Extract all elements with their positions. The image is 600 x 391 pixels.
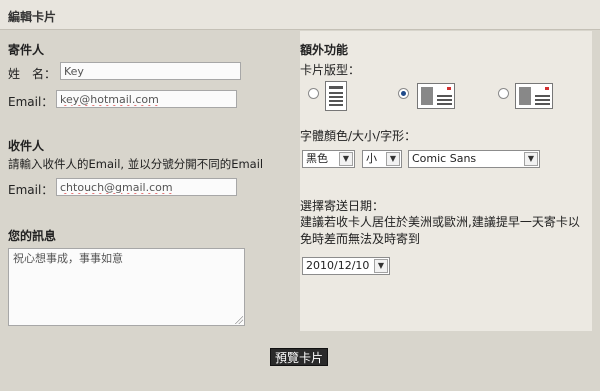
send-date-note: 建議若收卡人居住於美洲或歐洲,建議提早一天寄卡以免時差而無法及時寄到 [300, 215, 580, 246]
font-color-value: 黑色 [306, 152, 328, 165]
card-layout-landscape-alt-icon[interactable] [515, 83, 553, 109]
sender-email-label: Email： [8, 95, 54, 109]
font-color-select[interactable]: 黑色 ▼ [302, 150, 355, 168]
font-size-value: 小 [366, 152, 377, 165]
card-type-radio-2[interactable] [398, 88, 409, 99]
card-layout-portrait-icon[interactable] [325, 81, 347, 111]
chevron-down-icon: ▼ [374, 259, 388, 273]
recipient-email-label: Email： [8, 183, 54, 197]
sender-email-input[interactable] [56, 90, 237, 108]
message-section-title: 您的訊息 [8, 229, 57, 243]
font-size-select[interactable]: 小 ▼ [362, 150, 402, 168]
page-title: 編輯卡片 [8, 10, 57, 24]
sender-name-label: 姓 名： [8, 67, 57, 81]
extras-section-title: 額外功能 [300, 43, 349, 57]
send-date-label: 選擇寄送日期： [300, 199, 385, 213]
left-panel: 寄件人 姓 名： Email： 收件人 請輸入收件人的Email, 並以分號分開… [0, 31, 297, 331]
right-panel: 額外功能 卡片版型： 字體顏色/大小/字形： 黑色 ▼ 小 ▼ Comic Sa… [300, 31, 592, 331]
preview-card-button[interactable]: 預覽卡片 [270, 348, 328, 366]
resize-grip-icon[interactable] [235, 316, 243, 324]
recipient-instruction: 請輸入收件人的Email, 並以分號分開不同的Email [8, 157, 264, 171]
chevron-down-icon: ▼ [524, 152, 538, 166]
card-type-label: 卡片版型： [300, 63, 361, 77]
header-bar: 編輯卡片 [0, 0, 600, 30]
recipient-section-title: 收件人 [8, 139, 45, 153]
recipient-email-input[interactable] [56, 178, 237, 196]
card-layout-landscape-icon[interactable] [417, 83, 455, 109]
chevron-down-icon: ▼ [339, 152, 353, 166]
font-family-value: Comic Sans [412, 152, 477, 165]
message-textarea[interactable]: 祝心想事成，事事如意 [8, 248, 245, 326]
send-date-select[interactable]: 2010/12/10 ▼ [302, 257, 390, 275]
card-type-radio-3[interactable] [498, 88, 509, 99]
font-options-label: 字體顏色/大小/字形： [300, 129, 417, 143]
chevron-down-icon: ▼ [386, 152, 400, 166]
message-textarea-wrap: 祝心想事成，事事如意 [8, 248, 245, 326]
font-family-select[interactable]: Comic Sans ▼ [408, 150, 540, 168]
sender-name-input[interactable] [60, 62, 241, 80]
card-type-radio-1[interactable] [308, 88, 319, 99]
send-date-value: 2010/12/10 [306, 259, 370, 272]
sender-section-title: 寄件人 [8, 43, 45, 57]
